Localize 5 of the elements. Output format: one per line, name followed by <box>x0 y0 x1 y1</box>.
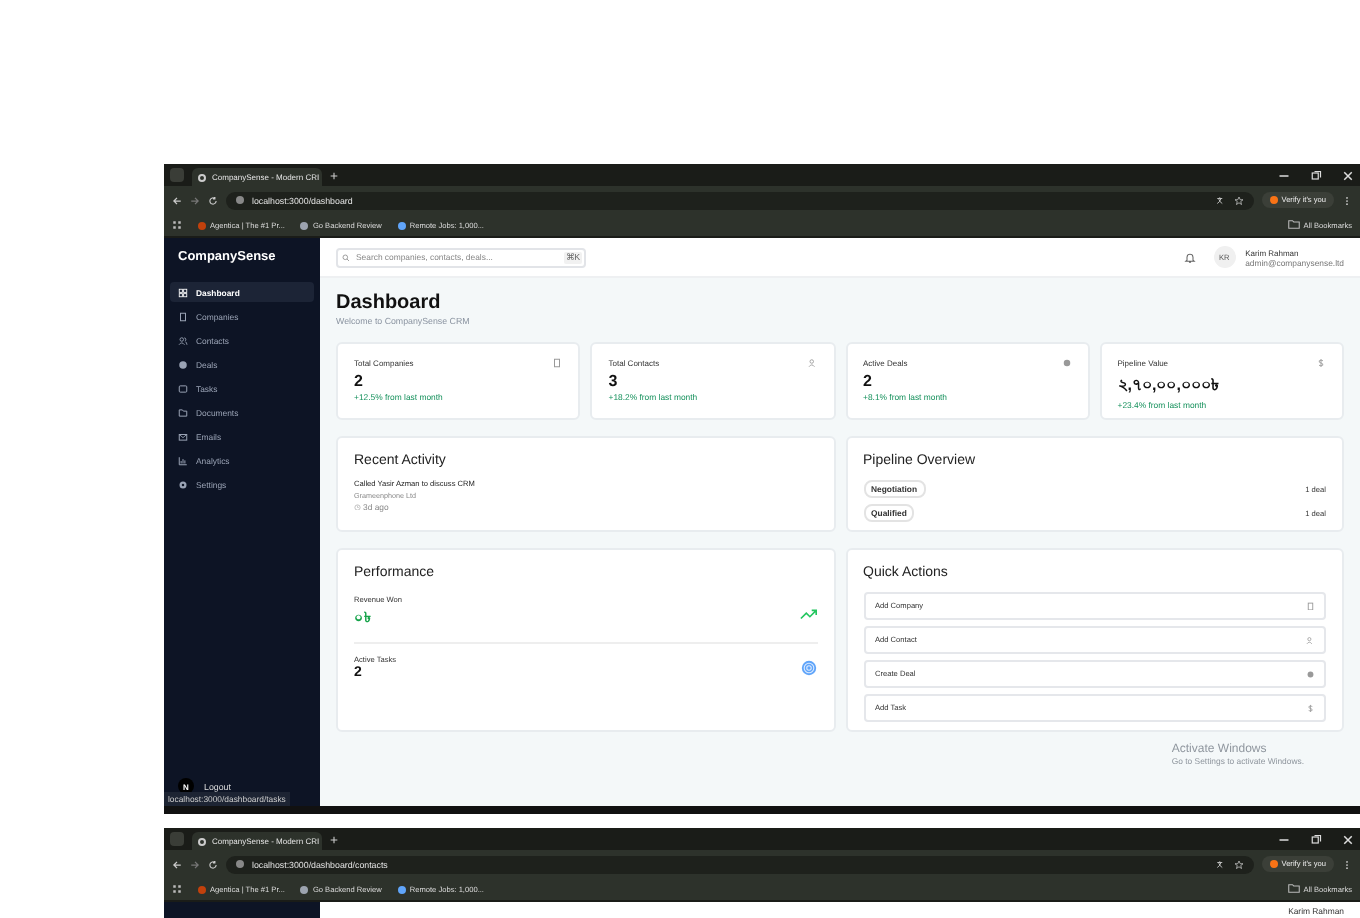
page-title: Dashboard <box>336 292 443 314</box>
stat-value: 3 <box>608 372 620 390</box>
stat-value: 2 <box>354 372 365 390</box>
stat-value: ২,৭০,০০,০০০৳ <box>1117 374 1221 398</box>
stat-value: 2 <box>863 372 874 390</box>
